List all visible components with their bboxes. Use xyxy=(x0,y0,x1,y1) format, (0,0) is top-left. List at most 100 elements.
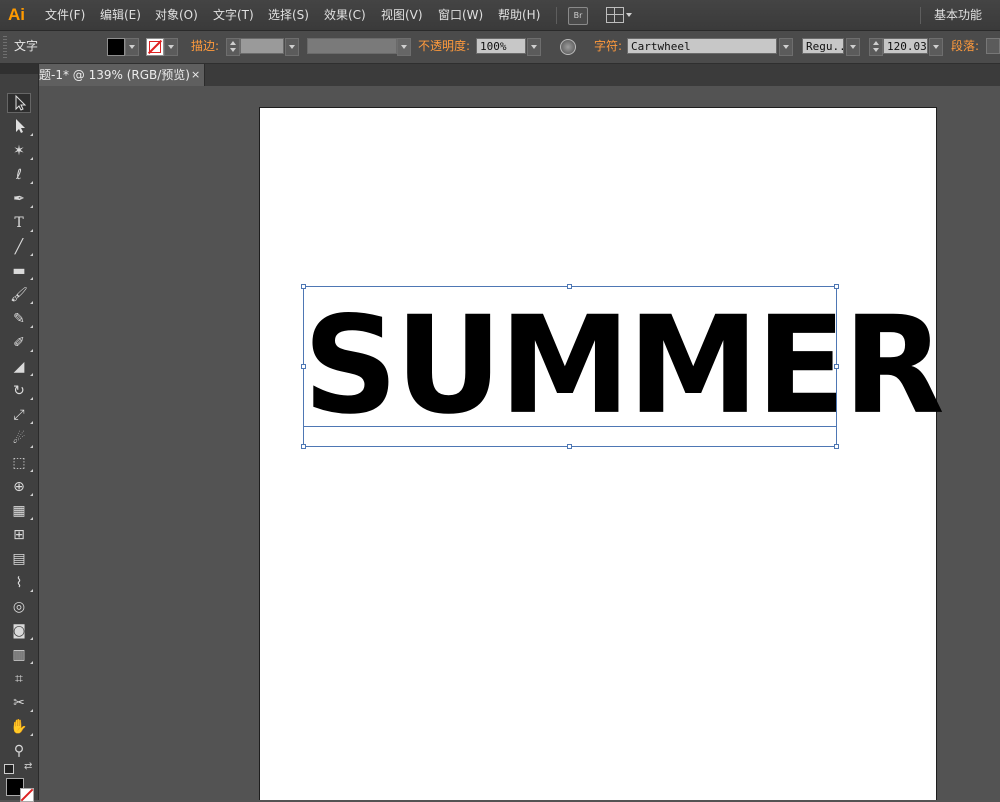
mesh-tool-icon[interactable]: ⊞ xyxy=(7,525,31,545)
font-size-field[interactable]: 120.03 xyxy=(883,38,928,54)
fill-color-swatch[interactable] xyxy=(107,38,125,56)
bounding-handle-bottom-middle[interactable] xyxy=(567,444,572,449)
bounding-handle-top-middle[interactable] xyxy=(567,284,572,289)
menu-type[interactable]: 文字(T) xyxy=(213,0,254,30)
artboard[interactable] xyxy=(259,107,937,800)
bounding-handle-middle-left[interactable] xyxy=(301,364,306,369)
chevron-down-icon xyxy=(626,13,632,17)
chevron-down-icon xyxy=(531,45,537,49)
stroke-dropdown[interactable] xyxy=(164,38,178,56)
control-bar: 文字 描边: 不透明度: 100% 字符: Cartwheel Regu... … xyxy=(0,31,1000,64)
stroke-label[interactable]: 描边: xyxy=(191,31,219,62)
gradient-tool-icon[interactable]: ▤ xyxy=(7,549,31,569)
rectangle-tool-icon[interactable]: ▬ xyxy=(7,261,33,281)
stroke-color-swatch[interactable] xyxy=(146,38,164,56)
blend-tool-icon[interactable]: ◎ xyxy=(7,597,31,617)
stroke-weight-field[interactable] xyxy=(240,38,284,54)
chevron-down-icon xyxy=(933,45,939,49)
close-tab-icon[interactable]: × xyxy=(191,64,200,86)
font-family-field[interactable]: Cartwheel xyxy=(627,38,777,54)
text-baseline xyxy=(303,426,837,427)
arrange-documents-icon xyxy=(606,7,624,23)
app-logo: Ai xyxy=(8,5,25,24)
pen-tool-icon[interactable]: ✒ xyxy=(7,189,33,209)
hand-tool-icon[interactable]: ✋ xyxy=(7,717,33,737)
lasso-tool-icon[interactable]: ℓ xyxy=(7,165,33,185)
tools-panel-header[interactable] xyxy=(0,64,38,74)
font-style-field[interactable]: Regu... xyxy=(802,38,844,54)
recolor-artwork-icon[interactable] xyxy=(560,39,576,55)
type-tool-icon[interactable]: T xyxy=(7,213,33,233)
font-size-spinner[interactable] xyxy=(869,38,883,56)
blob-brush-tool-icon[interactable]: ✐ xyxy=(7,333,33,353)
menu-view[interactable]: 视图(V) xyxy=(381,0,423,30)
chevron-down-icon xyxy=(129,45,135,49)
swap-colors-icon[interactable]: ⇄ xyxy=(24,761,32,772)
rotate-tool-icon[interactable]: ↻ xyxy=(7,381,33,401)
direct-selection-tool-icon[interactable] xyxy=(7,117,33,137)
menu-edit[interactable]: 编辑(E) xyxy=(100,0,141,30)
menu-effect[interactable]: 效果(C) xyxy=(324,0,366,30)
symbol-sprayer-tool-icon[interactable]: ◙ xyxy=(7,621,33,641)
workspace-switcher[interactable]: 基本功能 xyxy=(934,0,982,30)
tools-panel: ✶ ℓ ✒ T ╱ ▬ 🖌 ✎ ✐ ◢ ↻ ⤢ ☄ ⬚ ⊕ ▦ ⊞ ▤ ⌇ ◎ … xyxy=(0,64,39,802)
free-transform-tool-icon[interactable]: ⬚ xyxy=(7,453,33,473)
menu-help[interactable]: 帮助(H) xyxy=(498,0,540,30)
eyedropper-tool-icon[interactable]: ⌇ xyxy=(7,573,33,593)
selection-bounding-box xyxy=(303,286,837,447)
font-style-dropdown[interactable] xyxy=(846,38,860,56)
line-segment-tool-icon[interactable]: ╱ xyxy=(7,237,33,257)
fill-dropdown[interactable] xyxy=(125,38,139,56)
artboard-tool-icon[interactable]: ⌗ xyxy=(7,669,31,689)
menu-bar: Ai 文件(F) 编辑(E) 对象(O) 文字(T) 选择(S) 效果(C) 视… xyxy=(0,0,1000,31)
font-size-dropdown[interactable] xyxy=(929,38,943,56)
variable-width-profile-field[interactable] xyxy=(307,38,397,54)
menu-object[interactable]: 对象(O) xyxy=(155,0,198,30)
slice-tool-icon[interactable]: ✂ xyxy=(7,693,33,713)
opacity-field[interactable]: 100% xyxy=(476,38,526,54)
selection-tool-icon[interactable] xyxy=(7,93,31,113)
zoom-tool-icon[interactable]: ⚲ xyxy=(7,741,31,761)
document-tab-bar: 题-1* @ 139% (RGB/预览) × xyxy=(39,64,1000,86)
chevron-down-icon xyxy=(783,45,789,49)
bounding-handle-top-left[interactable] xyxy=(301,284,306,289)
column-graph-tool-icon[interactable]: ▥ xyxy=(7,645,33,665)
chevron-down-icon xyxy=(401,45,407,49)
warp-tool-icon[interactable]: ☄ xyxy=(7,429,33,449)
chevron-down-icon xyxy=(168,45,174,49)
current-tool-label: 文字 xyxy=(14,39,39,53)
menu-divider xyxy=(920,7,921,24)
panel-grip-icon[interactable] xyxy=(3,36,7,58)
document-tab-label: 题-1* @ 139% (RGB/预览) xyxy=(39,68,190,82)
perspective-grid-tool-icon[interactable]: ▦ xyxy=(7,501,33,521)
bounding-handle-bottom-right[interactable] xyxy=(834,444,839,449)
paragraph-label[interactable]: 段落: xyxy=(951,31,979,62)
menu-window[interactable]: 窗口(W) xyxy=(438,0,483,30)
opacity-dropdown[interactable] xyxy=(527,38,541,56)
font-family-dropdown[interactable] xyxy=(779,38,793,56)
menu-file[interactable]: 文件(F) xyxy=(45,0,85,30)
align-left-button[interactable] xyxy=(986,38,1000,54)
stroke-weight-dropdown[interactable] xyxy=(285,38,299,56)
chevron-down-icon xyxy=(850,45,856,49)
pencil-tool-icon[interactable]: ✎ xyxy=(7,309,33,329)
go-to-bridge-button[interactable]: Br xyxy=(568,7,588,25)
shape-builder-tool-icon[interactable]: ⊕ xyxy=(7,477,33,497)
menu-select[interactable]: 选择(S) xyxy=(268,0,309,30)
magic-wand-tool-icon[interactable]: ✶ xyxy=(7,141,33,161)
variable-width-profile-dropdown[interactable] xyxy=(397,38,411,56)
scale-tool-icon[interactable]: ⤢ xyxy=(7,405,33,425)
bounding-handle-middle-right[interactable] xyxy=(834,364,839,369)
chevron-down-icon xyxy=(289,45,295,49)
character-label[interactable]: 字符: xyxy=(594,31,622,62)
stroke-weight-spinner[interactable] xyxy=(226,38,240,56)
bounding-handle-bottom-left[interactable] xyxy=(301,444,306,449)
arrange-documents-button[interactable] xyxy=(606,7,634,23)
document-tab[interactable]: 题-1* @ 139% (RGB/预览) × xyxy=(39,64,205,86)
eraser-tool-icon[interactable]: ◢ xyxy=(7,357,33,377)
bounding-handle-top-right[interactable] xyxy=(834,284,839,289)
paintbrush-tool-icon[interactable]: 🖌 xyxy=(7,285,33,305)
opacity-label[interactable]: 不透明度: xyxy=(418,31,470,62)
menu-divider xyxy=(556,7,557,24)
default-colors-icon[interactable] xyxy=(4,764,14,774)
